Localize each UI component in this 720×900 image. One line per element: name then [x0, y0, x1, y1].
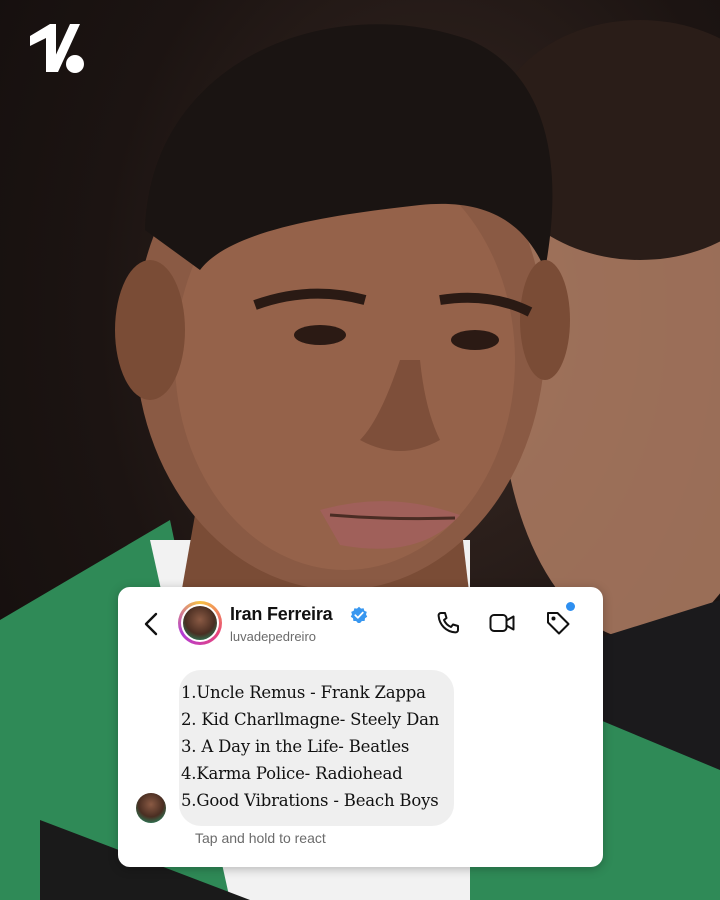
message-line: 5.Good Vibrations - Beach Boys: [181, 791, 439, 810]
message-bubble[interactable]: 1.Uncle Remus - Frank Zappa 2. Kid Charl…: [179, 670, 454, 826]
sender-avatar[interactable]: [136, 793, 166, 823]
back-chevron-icon[interactable]: [140, 609, 162, 639]
video-camera-icon[interactable]: [488, 609, 516, 637]
onefootball-logo-icon: [28, 22, 86, 74]
verified-badge-icon: [350, 606, 368, 623]
notification-dot: [566, 602, 575, 611]
profile-handle: luvadepedreiro: [230, 629, 317, 644]
tag-icon[interactable]: [544, 609, 572, 637]
profile-avatar[interactable]: [178, 601, 222, 645]
message-line: 3. A Day in the Life- Beatles: [181, 737, 410, 756]
react-hint: Tap and hold to react: [195, 830, 326, 846]
message-line: 1.Uncle Remus - Frank Zappa: [181, 683, 426, 702]
message-line: 2. Kid Charllmagne- Steely Dan: [181, 710, 440, 729]
dm-screenshot-card: Iran Ferreira luvadepedreiro 1.Uncle Rem…: [118, 587, 603, 867]
phone-icon[interactable]: [434, 609, 462, 637]
message-line: 4.Karma Police- Radiohead: [181, 764, 403, 783]
avatar-photo: [183, 606, 217, 640]
profile-name[interactable]: Iran Ferreira: [230, 604, 333, 625]
